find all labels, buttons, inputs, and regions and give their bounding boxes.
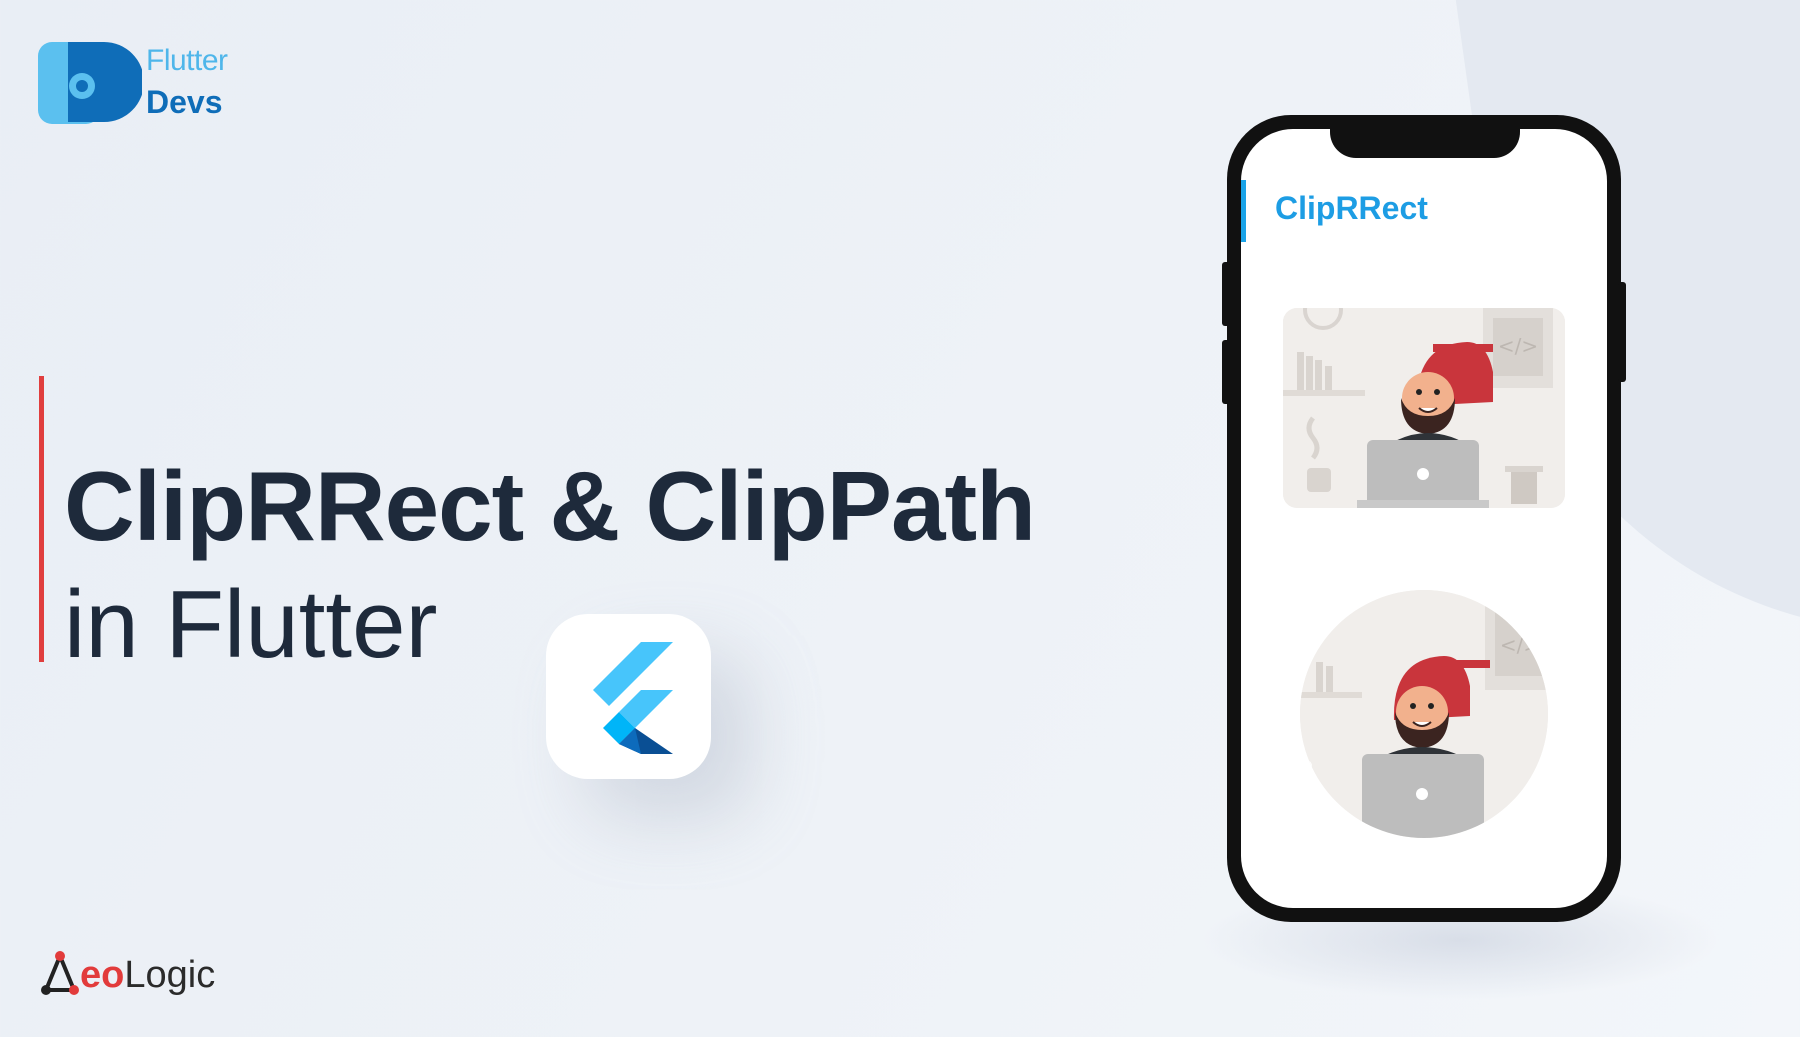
phone-notch xyxy=(1330,128,1520,158)
phone-volume-button xyxy=(1222,262,1230,326)
flutterdevs-logo: Flutter Devs xyxy=(38,38,278,133)
headline-line-2: in Flutter xyxy=(64,571,438,678)
developer-illustration-rounded: </> xyxy=(1283,308,1565,508)
brand-top-line: Flutter xyxy=(146,44,228,77)
developer-at-laptop-icon: </> xyxy=(1283,308,1565,508)
flutter-logo-icon xyxy=(593,642,673,754)
developer-at-laptop-icon: </> xyxy=(1300,590,1548,838)
developer-illustration-circle: </> xyxy=(1300,590,1548,838)
footer-brand-name: Logic xyxy=(124,954,216,996)
phone-volume-button-2 xyxy=(1222,340,1230,404)
phone-power-button xyxy=(1618,282,1626,382)
aeologic-logo: eoLogic xyxy=(40,950,240,1000)
brand-bottom-line: Devs xyxy=(146,84,223,120)
flutterdevs-mark-icon xyxy=(38,42,142,124)
title-accent-bar xyxy=(39,376,44,662)
appbar-accent xyxy=(1241,180,1246,242)
flutter-logo-tile xyxy=(546,614,711,779)
svg-text:</>: </> xyxy=(1498,334,1538,358)
aeologic-mark-icon xyxy=(41,950,79,995)
footer-brand-accent: eo xyxy=(80,954,125,996)
headline-line-1: ClipRRect & ClipPath xyxy=(64,451,1036,561)
app-title: ClipRRect xyxy=(1275,190,1428,226)
